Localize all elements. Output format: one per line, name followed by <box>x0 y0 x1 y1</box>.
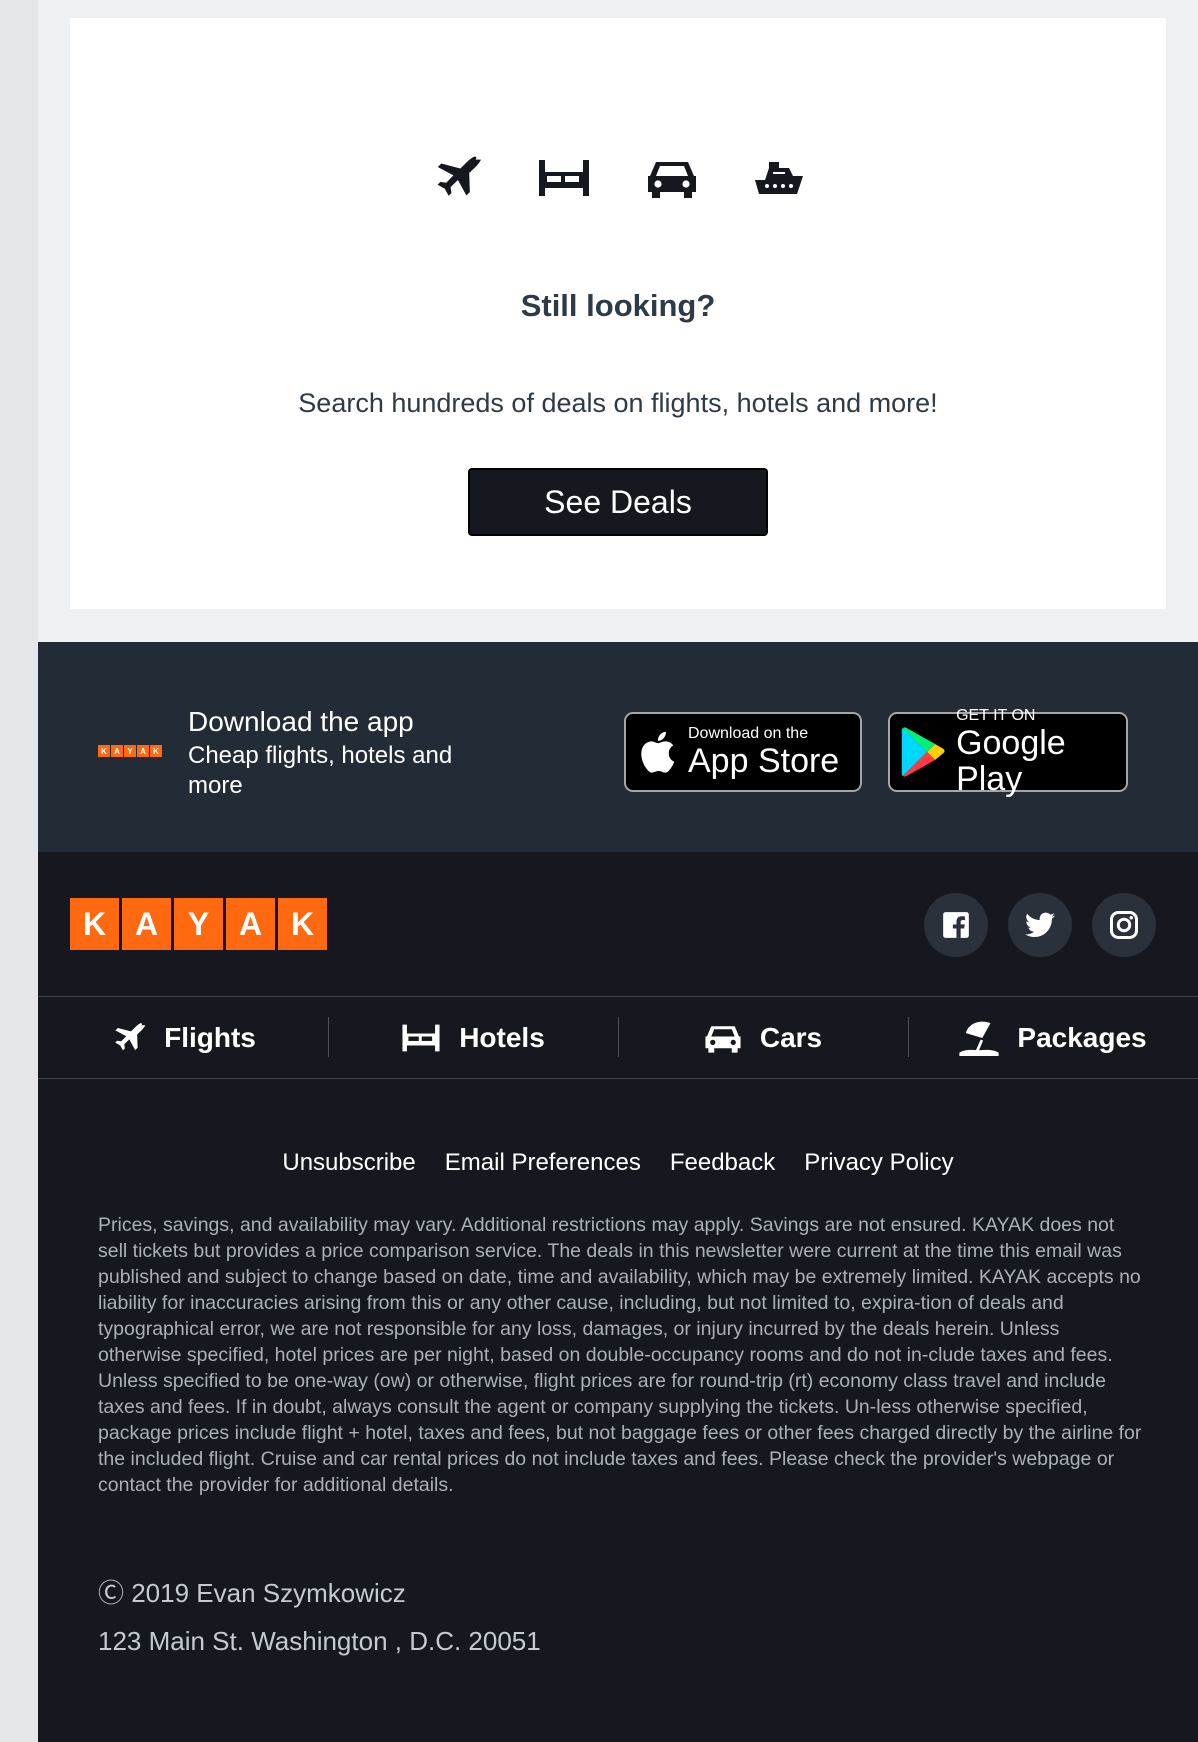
disclaimer-text: Prices, savings, and availability may va… <box>98 1214 1142 1496</box>
privacy-policy-link[interactable]: Privacy Policy <box>804 1149 953 1177</box>
car-icon <box>644 150 700 206</box>
nav-item-cars[interactable]: Cars <box>618 997 908 1078</box>
app-store-button[interactable]: Download on the App Store <box>624 712 862 792</box>
google-play-big-text: Google Play <box>956 724 1066 798</box>
bed-icon <box>402 1024 440 1051</box>
footer: K A Y A K Flights Hotels Cars Packages U… <box>38 852 1198 1742</box>
instagram-icon[interactable] <box>1092 893 1156 957</box>
nav-item-flights[interactable]: Flights <box>38 997 328 1078</box>
promo-card: Still looking? Search hundreds of deals … <box>70 18 1166 609</box>
car-icon <box>705 1025 741 1053</box>
bed-icon <box>536 150 592 206</box>
nav-item-hotels[interactable]: Hotels <box>328 997 618 1078</box>
facebook-icon[interactable] <box>924 893 988 957</box>
google-play-icon <box>890 726 956 778</box>
address-text: 123 Main St. Washington , D.C. 20051 <box>98 1626 541 1656</box>
app-title: Download the app <box>188 706 414 737</box>
nav-label-hotels: Hotels <box>459 1021 545 1053</box>
kayak-mini-logo[interactable]: K A Y A K <box>98 745 162 757</box>
copyright-text: Ⓒ 2019 Evan Szymkowicz <box>98 1578 406 1608</box>
google-play-button[interactable]: GET IT ON Google Play <box>888 707 1128 797</box>
kayak-logo[interactable]: K A Y A K <box>70 898 327 950</box>
nav-label-flights: Flights <box>164 1021 256 1053</box>
feedback-link[interactable]: Feedback <box>670 1149 775 1177</box>
app-download-section: K A Y A K Download the app Cheap flights… <box>38 642 1198 852</box>
airplane-icon <box>428 150 484 206</box>
unsubscribe-link[interactable]: Unsubscribe <box>282 1149 415 1177</box>
card-title: Still looking? <box>520 288 716 323</box>
email-frame: Still looking? Search hundreds of deals … <box>38 0 1198 1742</box>
google-play-small-text: GET IT ON <box>956 707 1036 724</box>
twitter-icon[interactable] <box>1008 893 1072 957</box>
beach-umbrella-icon <box>959 1021 1000 1056</box>
app-store-big-text: App Store <box>688 742 840 780</box>
nav-label-packages: Packages <box>1017 1021 1147 1053</box>
app-store-small-text: Download on the <box>688 725 809 742</box>
card-subtitle: Search hundreds of deals on flights, hot… <box>298 388 938 418</box>
footer-nav: Flights Hotels Cars Packages <box>38 996 1198 1079</box>
footer-links: Unsubscribe Email Preferences Feedback P… <box>38 1149 1198 1177</box>
nav-item-packages[interactable]: Packages <box>908 997 1198 1078</box>
email-preferences-link[interactable]: Email Preferences <box>445 1149 641 1177</box>
travel-icons <box>70 150 1166 206</box>
app-subtitle: Cheap flights, hotels and more <box>188 742 453 799</box>
airplane-icon <box>115 1022 146 1050</box>
cruise-ship-icon <box>752 150 808 206</box>
nav-label-cars: Cars <box>759 1021 823 1053</box>
see-deals-button[interactable]: See Deals <box>468 468 768 536</box>
apple-icon <box>626 730 688 774</box>
